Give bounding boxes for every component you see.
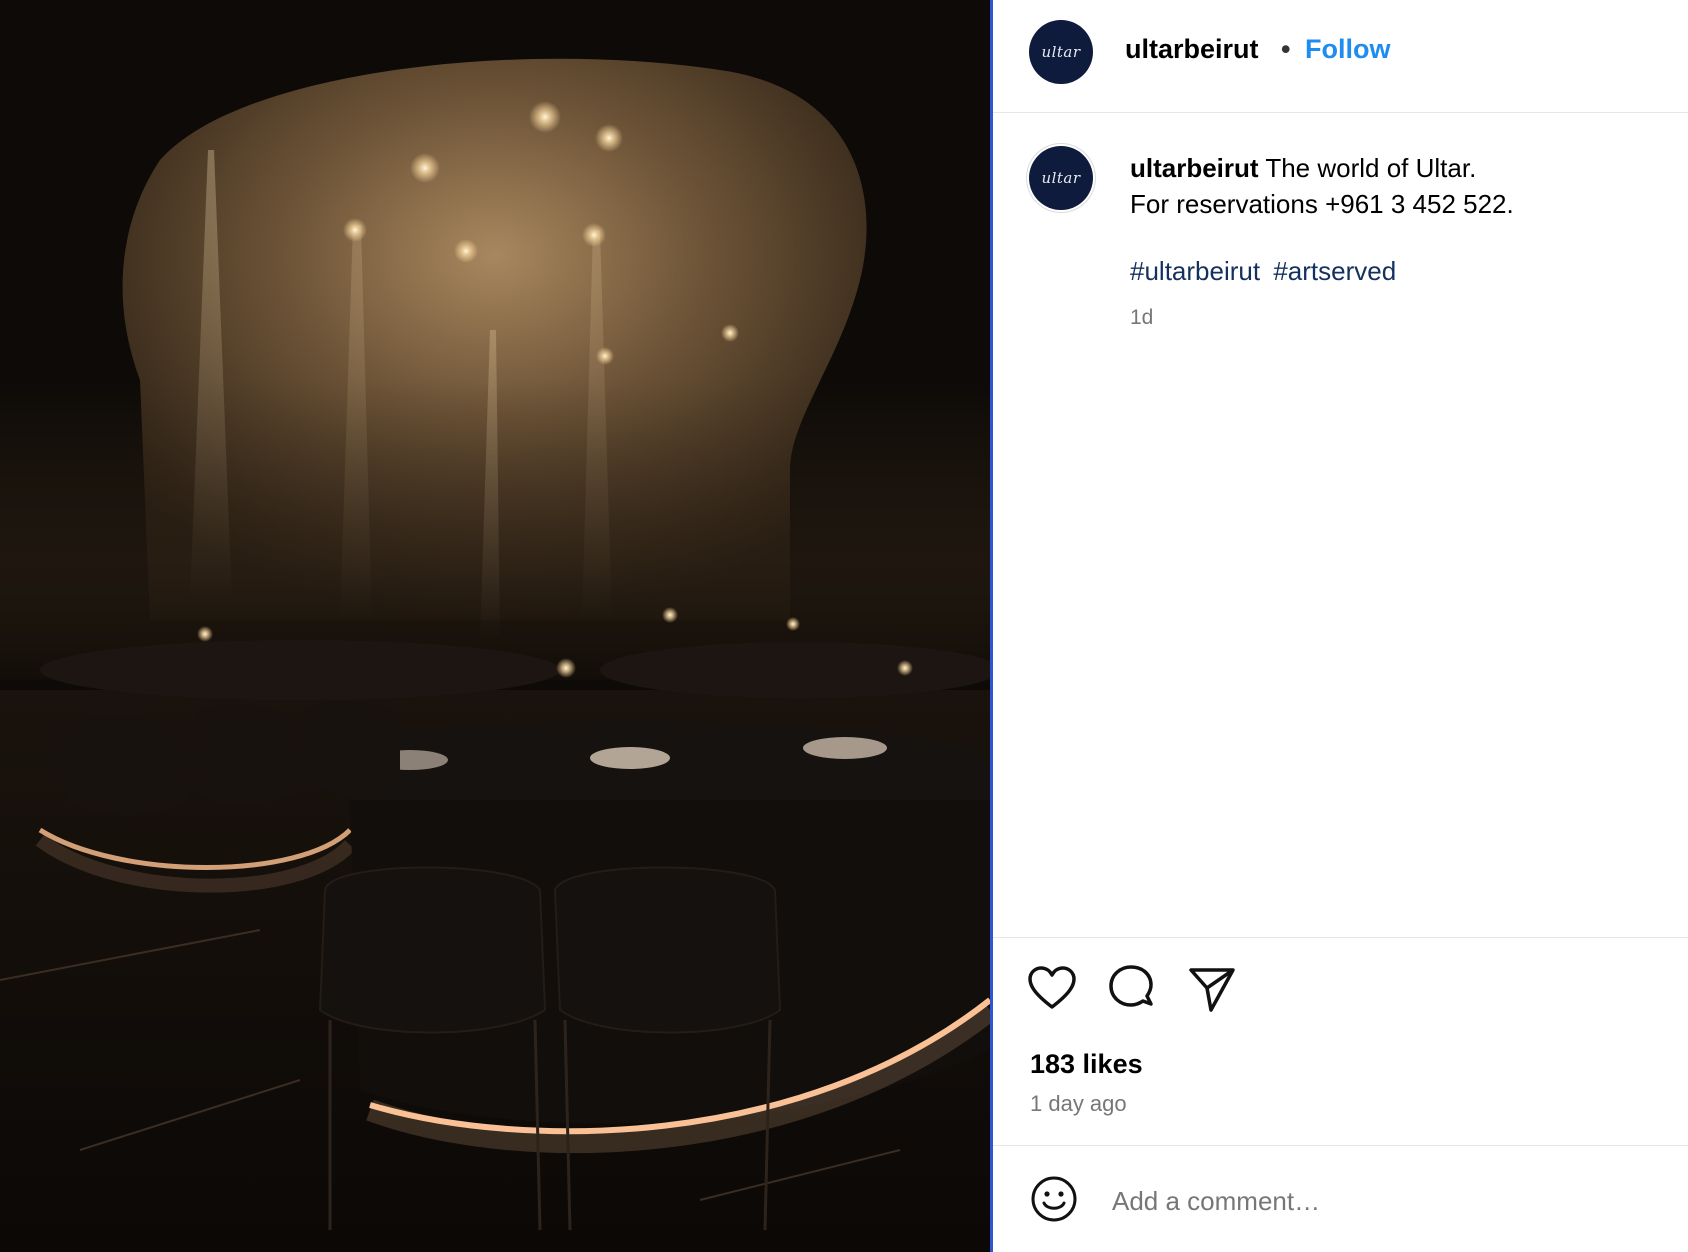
avatar-logo-text: ultar [1041, 43, 1081, 61]
avatar-logo-text: ultar [1041, 169, 1081, 187]
smiley-icon[interactable] [1030, 1175, 1078, 1223]
caption-timestamp[interactable]: 1d [1130, 306, 1153, 330]
hashtag-list: #ultarbeirut #artserved [1130, 256, 1402, 287]
caption-username[interactable]: ultarbeirut [1130, 153, 1259, 183]
caption-text: ultarbeirut The world of Ultar. For rese… [1130, 150, 1670, 222]
header-separator: • [1281, 34, 1291, 64]
caption-line-1: The world of Ultar. [1265, 153, 1477, 183]
post-timestamp[interactable]: 1 day ago [1030, 1091, 1127, 1117]
post-image[interactable] [0, 0, 990, 1252]
comment-icon[interactable] [1107, 964, 1157, 1014]
caption-avatar[interactable]: ultar [1029, 146, 1093, 210]
divider [993, 937, 1688, 938]
likes-count[interactable]: 183 likes [1030, 1049, 1143, 1080]
post-sidebar: ultar ultarbeirut • Follow ultar ultarbe… [990, 0, 1688, 1252]
comment-input[interactable] [1110, 1180, 1654, 1222]
header-username[interactable]: ultarbeirut [1125, 34, 1259, 65]
divider [993, 1145, 1688, 1146]
caption-line-2: For reservations +961 3 452 522. [1130, 189, 1514, 219]
follow-button[interactable]: Follow [1305, 34, 1390, 65]
post-header: ultar ultarbeirut • Follow [993, 0, 1688, 113]
hashtag-link[interactable]: #artserved [1273, 256, 1396, 286]
header-avatar[interactable]: ultar [1029, 20, 1093, 84]
heart-icon[interactable] [1027, 964, 1077, 1014]
share-icon[interactable] [1187, 964, 1237, 1014]
hashtag-link[interactable]: #ultarbeirut [1130, 256, 1260, 286]
post-photo-drawing [0, 0, 990, 1252]
